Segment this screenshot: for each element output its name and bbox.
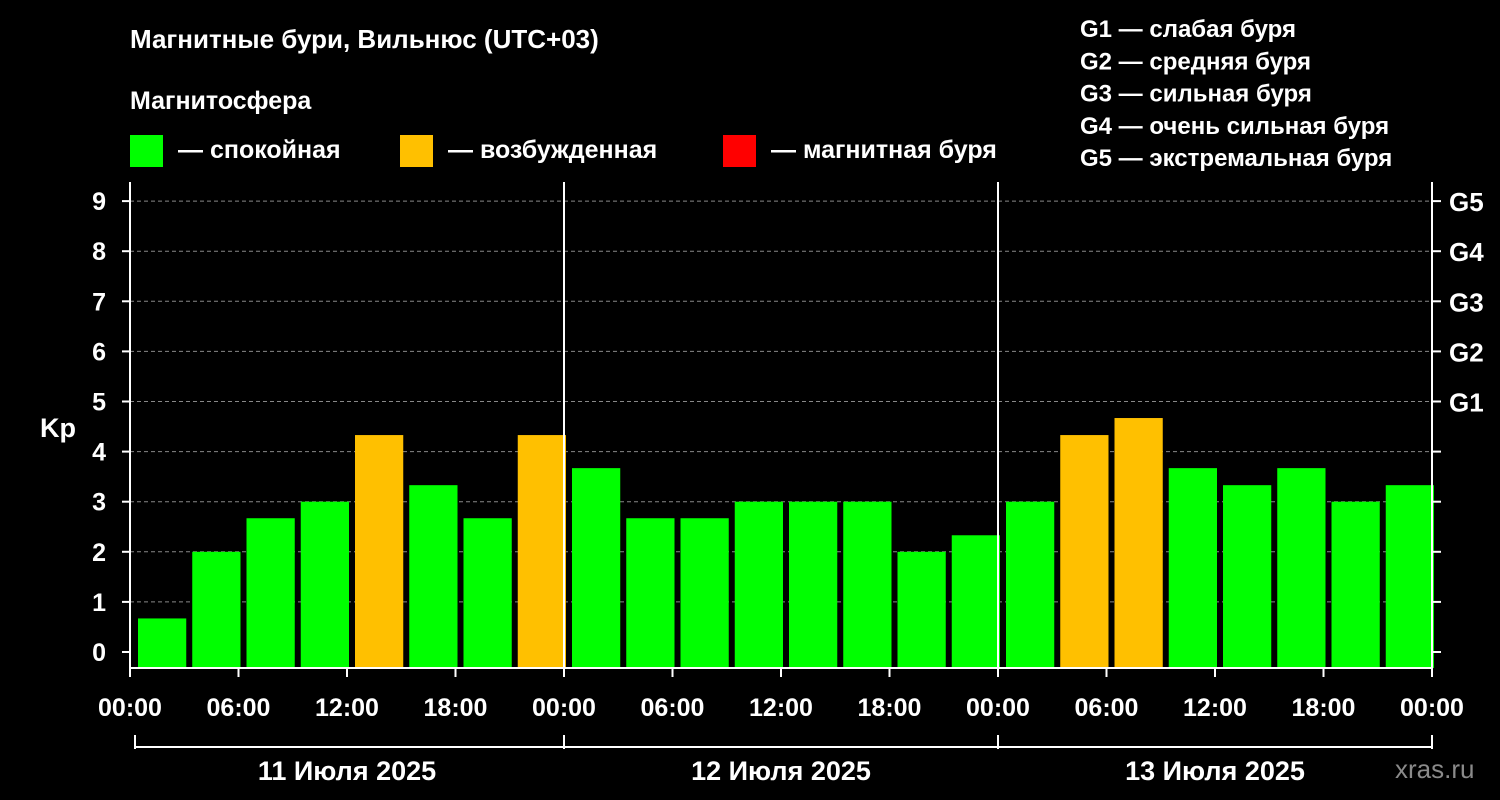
- kp-bar: [789, 501, 838, 668]
- day-label: 11 Июля 2025: [258, 756, 436, 786]
- kp-bar: [246, 518, 295, 668]
- g-scale-legend: G1 — слабая буря G2 — средняя буря G3 — си…: [1080, 16, 1392, 172]
- y-tick-label: 0: [92, 639, 106, 667]
- y-axis-ticks: 0 1 2 3 4 5 6 7 8 9: [92, 188, 130, 667]
- legend-title: Магнитосфера: [130, 87, 312, 115]
- chart-title: Магнитные бури, Вильнюс (UTC+03): [130, 24, 599, 54]
- day-labels: 11 Июля 2025 12 Июля 2025 13 Июля 2025: [134, 735, 1433, 786]
- x-tick-label: 12:00: [749, 694, 813, 722]
- x-tick-label: 06:00: [207, 694, 271, 722]
- y-tick-label: 1: [92, 589, 106, 617]
- day-label: 12 Июля 2025: [691, 756, 871, 786]
- g-scale-legend-item: G1 — слабая буря: [1080, 16, 1296, 43]
- kp-bar: [843, 501, 892, 668]
- g-level-label: G4: [1449, 237, 1484, 267]
- kp-bar: [300, 501, 349, 668]
- x-tick-label: 12:00: [1183, 694, 1247, 722]
- day-label: 13 Июля 2025: [1125, 756, 1305, 786]
- y-axis-label: Kp: [40, 413, 76, 443]
- g-axis-ticks: G1 G2 G3 G4 G5: [1432, 187, 1484, 653]
- kp-bar: [463, 518, 512, 668]
- kp-bar: [409, 485, 458, 668]
- g-level-label: G2: [1449, 337, 1484, 367]
- y-tick-label: 4: [92, 439, 106, 467]
- x-tick-label: 00:00: [532, 694, 596, 722]
- legend-label: — возбужденная: [448, 136, 657, 164]
- x-tick-label: 18:00: [1292, 694, 1356, 722]
- kp-bar: [1385, 485, 1434, 668]
- g-scale-legend-item: G5 — экстремальная буря: [1080, 145, 1392, 172]
- kp-bar: [626, 518, 675, 668]
- y-tick-label: 6: [92, 338, 106, 366]
- kp-bar: [680, 518, 729, 668]
- legend-label: — магнитная буря: [771, 136, 997, 164]
- y-tick-label: 9: [92, 188, 106, 216]
- watermark: xras.ru: [1395, 754, 1474, 784]
- kp-bar: [1006, 501, 1055, 668]
- kp-bar: [734, 501, 783, 668]
- x-axis-ticks: 00:00 06:00 12:00 18:00 00:00 06:00 12:00 18:00…: [98, 668, 1464, 722]
- x-tick-label: 12:00: [315, 694, 379, 722]
- kp-bar: [1060, 435, 1109, 668]
- kp-bar: [192, 551, 241, 668]
- legend-swatch: [400, 135, 433, 167]
- kp-bar: [1223, 485, 1272, 668]
- kp-bar: [517, 435, 566, 668]
- y-tick-label: 7: [92, 288, 106, 316]
- g-scale-legend-item: G2 — средняя буря: [1080, 48, 1311, 75]
- legend-label: — спокойная: [178, 136, 341, 164]
- x-tick-label: 00:00: [966, 694, 1030, 722]
- g-level-label: G3: [1449, 287, 1484, 317]
- g-scale-legend-item: G4 — очень сильная буря: [1080, 113, 1389, 140]
- kp-bar: [897, 551, 946, 668]
- x-tick-label: 06:00: [1075, 694, 1139, 722]
- kp-bar: [1331, 501, 1380, 668]
- kp-bar: [951, 535, 1000, 668]
- g-level-label: G5: [1449, 187, 1484, 217]
- kp-bar: [138, 618, 187, 668]
- y-tick-label: 8: [92, 238, 106, 266]
- x-tick-label: 00:00: [1400, 694, 1464, 722]
- kp-bar: [572, 468, 621, 668]
- magnetic-storm-chart: Магнитные бури, Вильнюс (UTC+03) Магнито…: [40, 16, 1484, 786]
- legend: — спокойная — возбужденная — магнитная бур…: [130, 135, 997, 167]
- kp-bar: [1114, 418, 1163, 668]
- y-tick-label: 5: [92, 389, 106, 417]
- kp-bar: [1277, 468, 1326, 668]
- g-level-label: G1: [1449, 388, 1484, 418]
- legend-swatch: [130, 135, 163, 167]
- x-tick-label: 06:00: [641, 694, 705, 722]
- kp-bar: [1168, 468, 1217, 668]
- kp-bar: [355, 435, 404, 668]
- y-tick-label: 3: [92, 489, 106, 517]
- bars: [138, 418, 1434, 668]
- x-tick-label: 00:00: [98, 694, 162, 722]
- x-tick-label: 18:00: [424, 694, 488, 722]
- legend-swatch: [723, 135, 756, 167]
- g-scale-legend-item: G3 — сильная буря: [1080, 81, 1312, 108]
- x-tick-label: 18:00: [858, 694, 922, 722]
- y-tick-label: 2: [92, 539, 106, 567]
